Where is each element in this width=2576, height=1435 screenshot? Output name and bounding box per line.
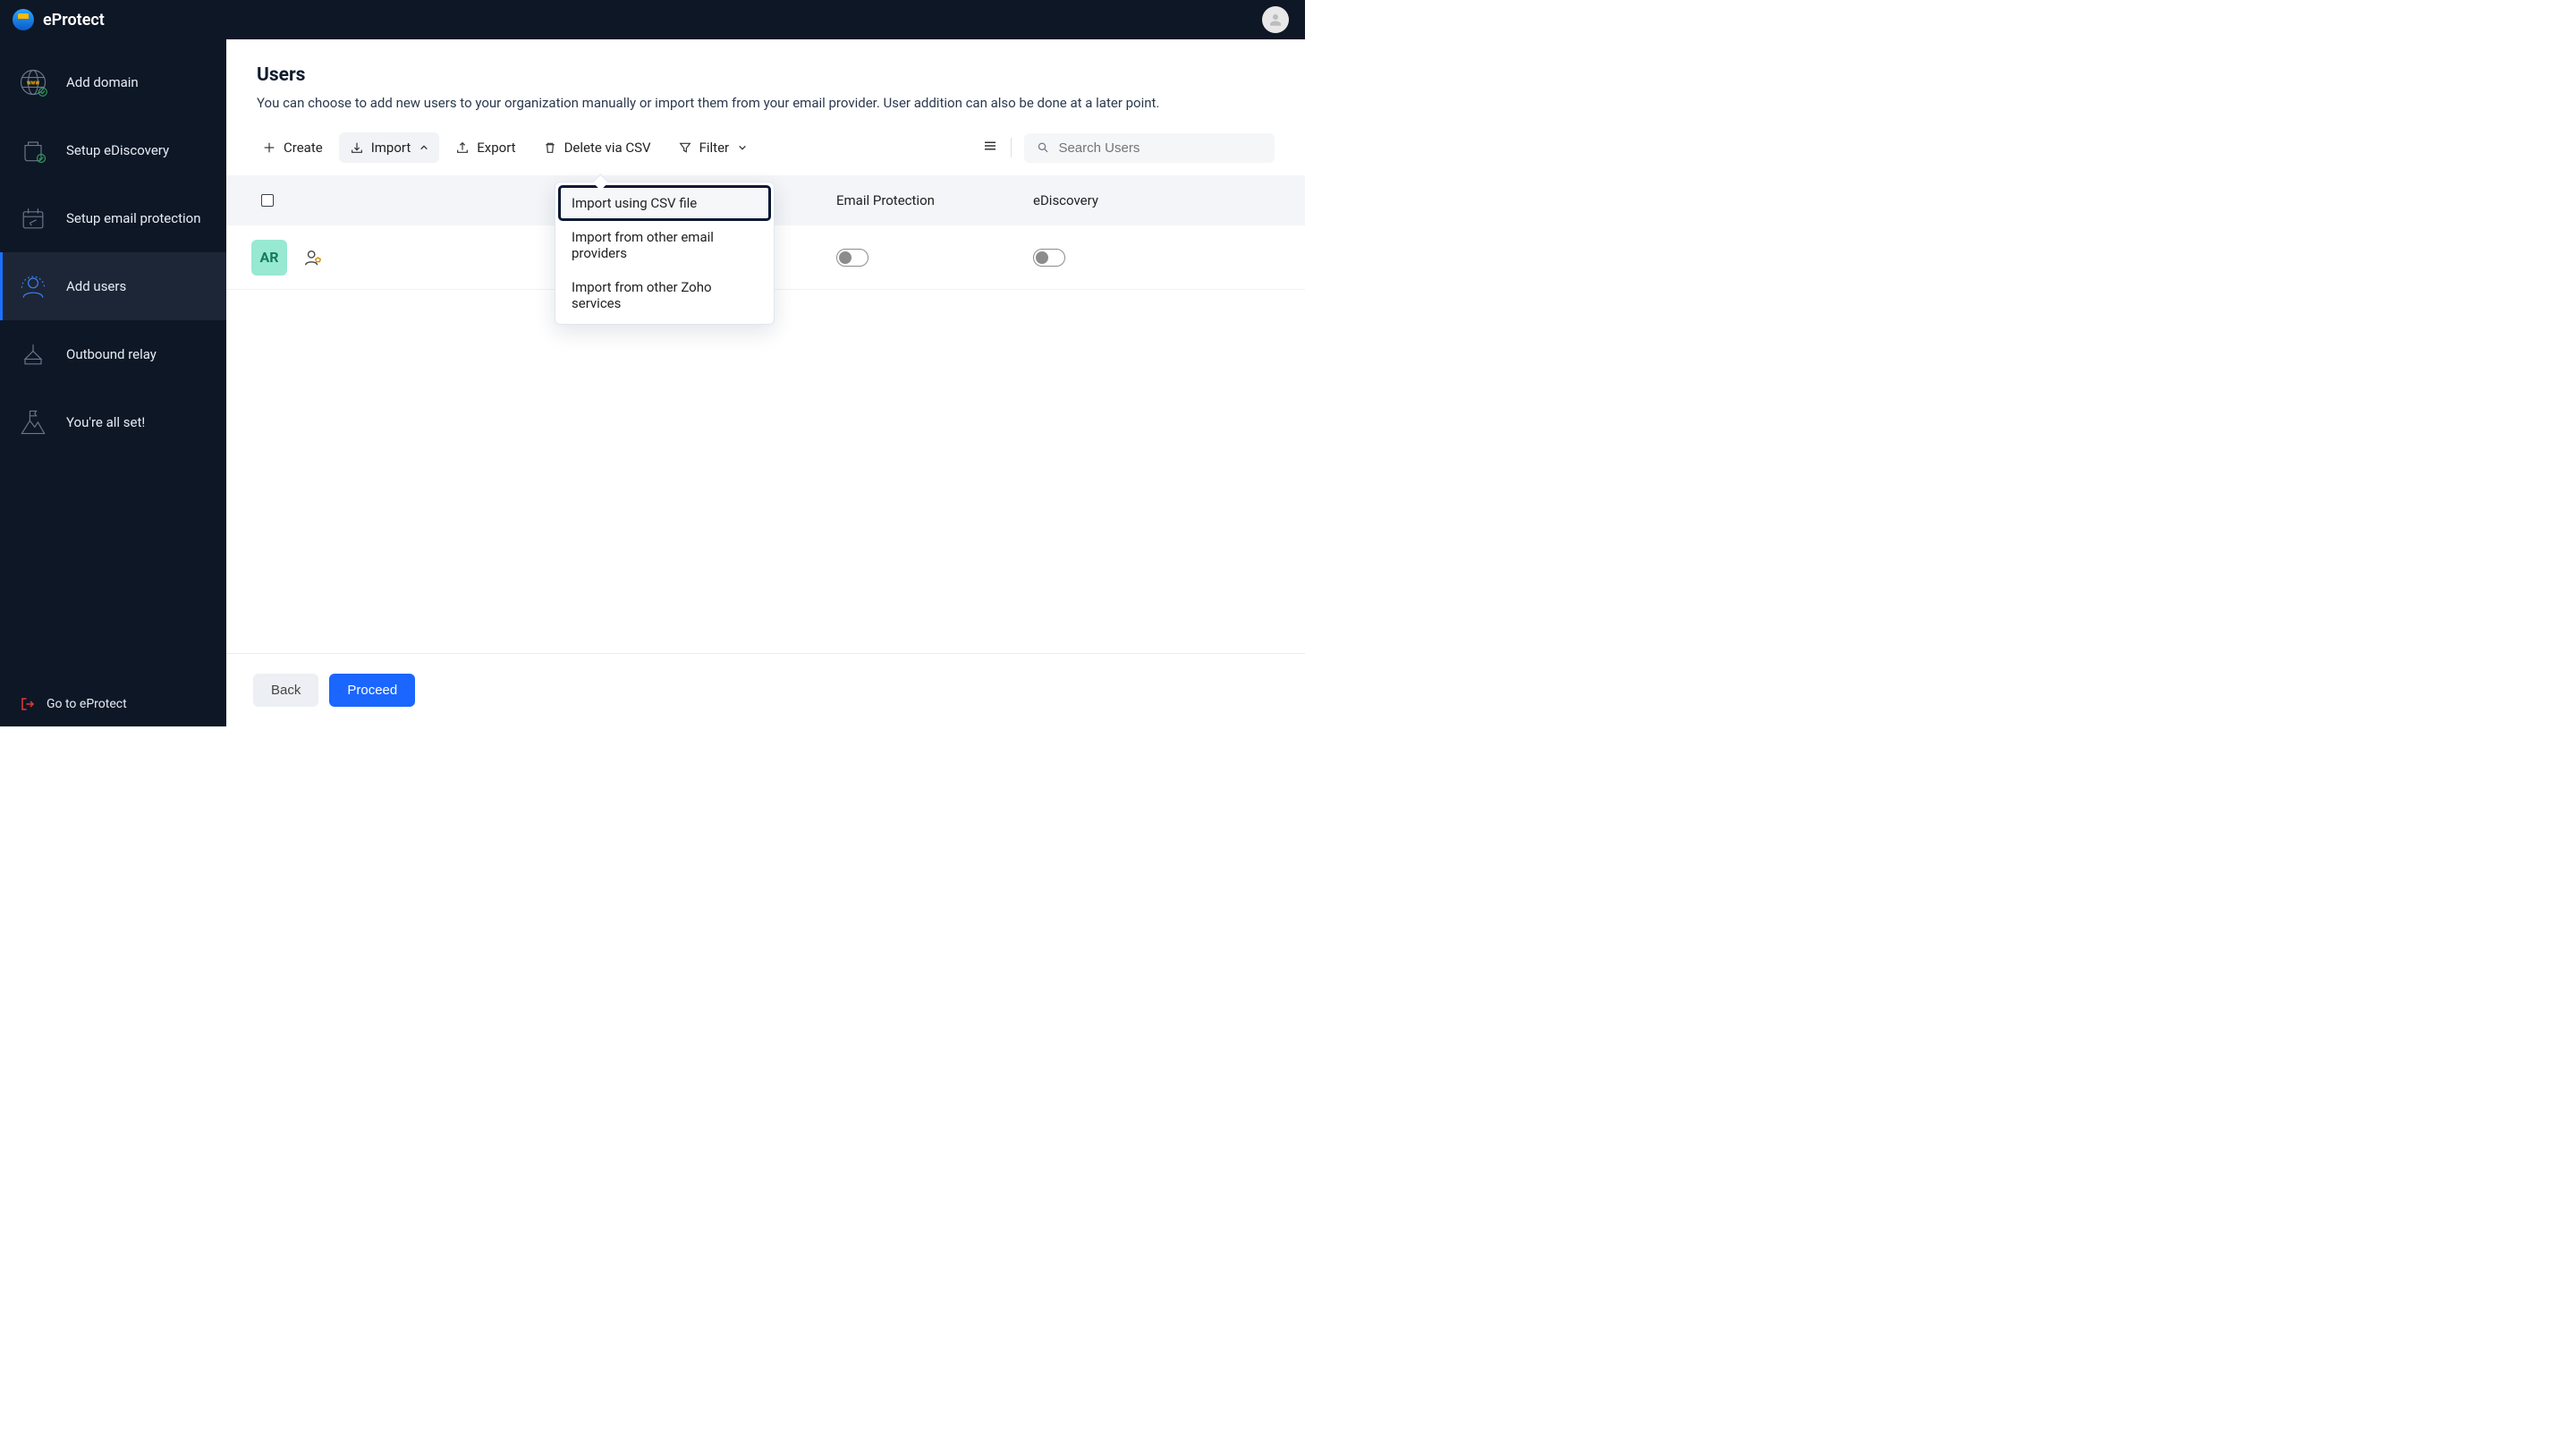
export-button[interactable]: Export: [445, 132, 526, 163]
sidebar-item-label: Setup eDiscovery: [66, 142, 169, 158]
brand-logo-icon: [13, 9, 34, 30]
sidebar-nav: WWW Add domain Setup eDiscovery Setup em…: [0, 39, 226, 456]
topbar: eProtect: [0, 0, 1305, 39]
row-avatar-cell: AR: [244, 240, 291, 276]
chevron-up-icon: [419, 143, 428, 152]
import-icon: [350, 140, 364, 155]
sidebar-item-label: Outbound relay: [66, 346, 157, 362]
chevron-down-icon: [738, 143, 747, 152]
import-dropdown: Import using CSV file Import from other …: [555, 182, 775, 325]
sidebar-item-setup-email-protection[interactable]: Setup email protection: [0, 184, 226, 252]
select-all-cell[interactable]: [244, 194, 291, 207]
sidebar-item-label: Setup email protection: [66, 210, 200, 226]
sidebar-item-add-domain[interactable]: WWW Add domain: [0, 48, 226, 116]
search-icon: [1037, 140, 1049, 155]
filter-icon: [678, 140, 692, 155]
svg-text:WWW: WWW: [27, 81, 39, 87]
checkbox-icon: [261, 194, 274, 207]
proceed-button[interactable]: Proceed: [329, 674, 415, 707]
sidebar-item-all-set[interactable]: You're all set!: [0, 388, 226, 456]
ediscovery-icon: [16, 133, 50, 167]
calendar-edit-icon: [16, 201, 50, 235]
create-label: Create: [284, 140, 323, 156]
brand-name: eProtect: [43, 11, 105, 30]
globe-www-icon: WWW: [16, 65, 50, 99]
sidebar-item-add-users[interactable]: Add users: [0, 252, 226, 320]
sidebar-footer-link[interactable]: Go to eProtect: [0, 682, 226, 726]
filter-button[interactable]: Filter: [667, 132, 758, 163]
sidebar-item-label: You're all set!: [66, 414, 145, 430]
page-header: Users You can choose to add new users to…: [226, 39, 1305, 120]
toolbar-separator: [1011, 138, 1012, 157]
row-email-protection-cell: [836, 249, 1033, 267]
sidebar: WWW Add domain Setup eDiscovery Setup em…: [0, 39, 226, 726]
export-label: Export: [477, 140, 515, 156]
filter-label: Filter: [699, 140, 730, 156]
sidebar-footer-label: Go to eProtect: [47, 697, 127, 711]
email-protection-toggle[interactable]: [836, 249, 869, 267]
import-button[interactable]: Import: [339, 132, 440, 163]
back-button[interactable]: Back: [253, 674, 318, 707]
main-content: Users You can choose to add new users to…: [226, 39, 1305, 726]
hamburger-icon: [982, 138, 998, 154]
page-description: You can choose to add new users to your …: [257, 95, 1275, 111]
export-icon: [455, 140, 470, 155]
import-other-email-option[interactable]: Import from other email providers: [559, 220, 770, 270]
person-icon: [1267, 12, 1284, 28]
col-ediscovery: eDiscovery: [1033, 192, 1287, 208]
sidebar-item-setup-ediscovery[interactable]: Setup eDiscovery: [0, 116, 226, 184]
delete-csv-button[interactable]: Delete via CSV: [532, 132, 662, 163]
col-email-protection: Email Protection: [836, 192, 1033, 208]
import-other-zoho-option[interactable]: Import from other Zoho services: [559, 270, 770, 320]
density-button[interactable]: [982, 138, 998, 157]
toolbar: Create Import Export Delete via CSV: [226, 120, 1305, 175]
import-csv-option[interactable]: Import using CSV file: [559, 186, 770, 220]
plus-icon: [262, 140, 276, 155]
row-ediscovery-cell: [1033, 249, 1287, 267]
search-input[interactable]: [1058, 140, 1262, 156]
search-input-wrap[interactable]: [1024, 133, 1275, 163]
page-footer: Back Proceed: [226, 653, 1305, 726]
trash-icon: [543, 140, 557, 155]
user-initials-avatar: AR: [251, 240, 287, 276]
delete-csv-label: Delete via CSV: [564, 140, 651, 156]
create-button[interactable]: Create: [251, 132, 334, 163]
sidebar-item-label: Add domain: [66, 74, 139, 90]
sidebar-item-outbound-relay[interactable]: Outbound relay: [0, 320, 226, 388]
brand: eProtect: [13, 9, 105, 30]
flag-mountain-icon: [16, 405, 50, 439]
outbound-relay-icon: [16, 337, 50, 371]
exit-icon: [20, 696, 36, 712]
page-title: Users: [257, 64, 1275, 86]
user-avatar[interactable]: [1262, 6, 1289, 33]
add-user-icon: [16, 269, 50, 303]
row-name-cell: [291, 248, 523, 267]
toolbar-right: [982, 133, 1275, 163]
user-role-icon: [303, 248, 323, 267]
ediscovery-toggle[interactable]: [1033, 249, 1065, 267]
sidebar-item-label: Add users: [66, 278, 126, 294]
toolbar-left: Create Import Export Delete via CSV: [251, 132, 758, 163]
import-label: Import: [371, 140, 411, 156]
